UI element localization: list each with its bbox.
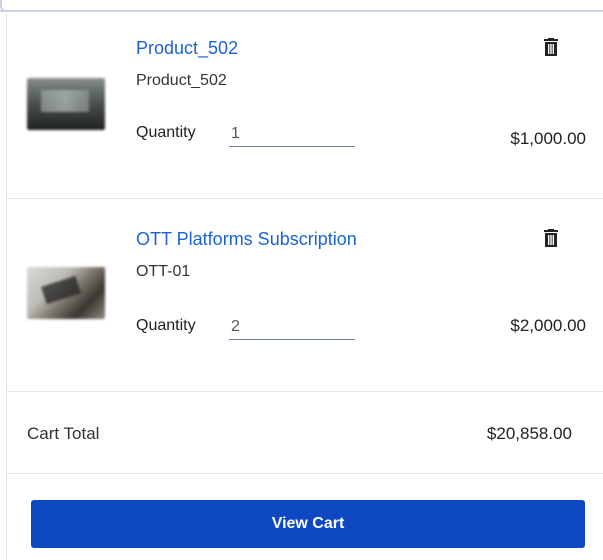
quantity-label: Quantity <box>136 317 196 334</box>
item-price: $2,000.00 <box>510 316 586 335</box>
product-name-link[interactable]: Product_502 <box>136 38 238 59</box>
product-sku: Product_502 <box>136 72 227 89</box>
cart-total-value: $20,858.00 <box>486 424 572 443</box>
trash-icon[interactable] <box>543 229 559 247</box>
quantity-label: Quantity <box>136 124 196 141</box>
product-name-link[interactable]: OTT Platforms Subscription <box>136 229 357 250</box>
product-sku: OTT-01 <box>136 263 191 280</box>
cart-item: Product_502 Product_502 Quantity $1,000.… <box>7 14 603 199</box>
product-thumbnail[interactable] <box>27 78 105 130</box>
product-thumbnail[interactable] <box>27 267 105 319</box>
cart-panel: Product_502 Product_502 Quantity $1,000.… <box>6 14 603 560</box>
quantity-input[interactable] <box>229 121 355 147</box>
trash-icon[interactable] <box>543 38 559 56</box>
item-price: $1,000.00 <box>510 129 586 148</box>
cart-item: OTT Platforms Subscription OTT-01 Quanti… <box>7 199 603 392</box>
cart-total-row: Cart Total $20,858.00 <box>7 392 603 474</box>
top-border-corner <box>0 0 10 12</box>
view-cart-button[interactable]: View Cart <box>31 500 585 548</box>
quantity-input[interactable] <box>229 314 355 340</box>
top-border <box>0 0 603 12</box>
cart-total-label: Cart Total <box>27 424 100 443</box>
